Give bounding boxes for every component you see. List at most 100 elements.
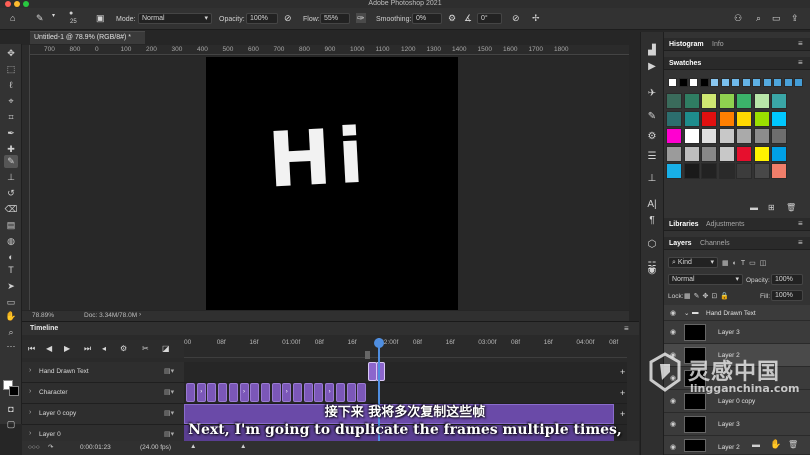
- zoom-slider-handle[interactable]: ▲: [240, 443, 246, 450]
- document-size[interactable]: Doc: 3.34M/78.0M: [84, 312, 137, 319]
- character-icon[interactable]: A|: [645, 198, 659, 212]
- tab-swatches[interactable]: Swatches: [669, 60, 701, 67]
- settings-gear-icon[interactable]: ⚙: [120, 344, 127, 354]
- tab-info[interactable]: Info: [712, 41, 724, 48]
- first-frame-icon[interactable]: ⏮: [28, 344, 35, 354]
- swatch[interactable]: [689, 78, 698, 87]
- eye-icon[interactable]: ◉: [670, 309, 676, 317]
- adjust-icon[interactable]: ☰: [645, 150, 659, 164]
- playhead-handle[interactable]: [374, 338, 384, 348]
- swatch[interactable]: [736, 163, 752, 179]
- panel-menu-icon[interactable]: ≡: [798, 219, 803, 228]
- swatch[interactable]: [753, 128, 770, 144]
- swatch[interactable]: [701, 145, 717, 162]
- swatch[interactable]: [666, 93, 682, 109]
- frame-clip[interactable]: [314, 383, 324, 402]
- frame-clip[interactable]: [250, 383, 260, 402]
- convert-icon[interactable]: ↷: [48, 443, 53, 451]
- frame-clip[interactable]: [335, 383, 345, 402]
- add-media-icon[interactable]: +: [620, 388, 625, 398]
- swatch[interactable]: [718, 93, 735, 109]
- background-color-swatch[interactable]: [9, 386, 19, 396]
- trash-icon[interactable]: 🗑: [788, 440, 798, 449]
- brush-settings-icon[interactable]: ▣: [96, 13, 105, 23]
- workspace-icon[interactable]: ▭: [772, 13, 781, 23]
- split-scissors-icon[interactable]: ✂: [142, 344, 149, 354]
- marquee-tool-icon[interactable]: ⬚: [4, 63, 18, 76]
- layer-filter-icons[interactable]: ▦◐T▭◫: [722, 259, 770, 267]
- swatch[interactable]: [666, 110, 682, 127]
- swatch[interactable]: [753, 163, 770, 179]
- chevron-down-icon[interactable]: ▾: [52, 11, 55, 21]
- smoothing-field[interactable]: 0%: [412, 13, 442, 24]
- gear-icon[interactable]: ⚙: [448, 13, 456, 23]
- swatch[interactable]: [736, 145, 752, 162]
- film-icon[interactable]: ▤▾: [164, 367, 174, 375]
- swatch[interactable]: [771, 163, 787, 179]
- transition-icon[interactable]: ◪: [162, 344, 170, 354]
- home-icon[interactable]: ⌂: [10, 13, 15, 23]
- new-swatch-icon[interactable]: ⊞: [768, 203, 775, 212]
- tab-channels[interactable]: Channels: [700, 240, 730, 247]
- swatch[interactable]: [666, 163, 682, 179]
- angle-field[interactable]: 0°: [477, 13, 502, 24]
- lock-icons[interactable]: ▦✎✥⊡🔒: [684, 292, 732, 300]
- paths-icon[interactable]: ✈: [645, 87, 659, 101]
- track-row[interactable]: › Hand Drawn Text ▤▾: [22, 362, 184, 383]
- tab-layers[interactable]: Layers: [669, 240, 692, 247]
- swatch[interactable]: [701, 110, 717, 127]
- add-media-icon[interactable]: +: [620, 367, 625, 377]
- brush-preset-icon[interactable]: ●: [69, 10, 73, 17]
- stamp-tool-icon[interactable]: ⊥: [4, 171, 18, 184]
- swatch[interactable]: [666, 128, 682, 144]
- eye-icon[interactable]: ◉: [670, 328, 676, 336]
- work-area-start-handle[interactable]: [365, 351, 370, 359]
- frame-clip[interactable]: [271, 383, 281, 402]
- swatch[interactable]: [771, 110, 787, 127]
- histogram-icon[interactable]: ▟: [645, 44, 659, 58]
- swatch[interactable]: [678, 78, 688, 87]
- audio-icon[interactable]: ◂: [102, 344, 106, 354]
- move-tool-icon[interactable]: ✥: [4, 47, 18, 60]
- dodge-tool-icon[interactable]: ◐: [4, 251, 18, 264]
- frame-clip[interactable]: [186, 383, 195, 402]
- swatch[interactable]: [736, 93, 752, 109]
- swatch[interactable]: [699, 78, 709, 87]
- opacity-field[interactable]: 100%: [246, 13, 278, 24]
- folder-icon[interactable]: ▬: [752, 440, 760, 449]
- search-icon[interactable]: ⌕: [756, 13, 761, 23]
- swatch[interactable]: [753, 93, 770, 109]
- frame-clip[interactable]: ›: [325, 383, 335, 402]
- swatch[interactable]: [736, 110, 752, 127]
- layer-row[interactable]: ◉ Layer 3: [664, 321, 810, 344]
- swatch[interactable]: [783, 78, 793, 87]
- frame-clip[interactable]: ›: [196, 383, 206, 402]
- panel-menu-icon[interactable]: ≡: [624, 324, 629, 333]
- swatch[interactable]: [718, 163, 735, 179]
- swatch[interactable]: [771, 93, 787, 109]
- panel-menu-icon[interactable]: ≡: [798, 39, 803, 48]
- render-icon[interactable]: ○○○: [28, 444, 40, 451]
- path-select-tool-icon[interactable]: ➤: [4, 280, 18, 293]
- frame-clip[interactable]: [228, 383, 238, 402]
- frame-clip[interactable]: [346, 383, 356, 402]
- chevron-right-icon[interactable]: ›: [139, 311, 141, 318]
- frame-clip[interactable]: [293, 383, 302, 402]
- symmetry-icon[interactable]: ✢: [532, 13, 540, 23]
- document-tab[interactable]: Untitled-1 @ 78.9% (RGB/8#) *: [30, 31, 145, 44]
- pressure-size-icon[interactable]: ⊘: [512, 13, 520, 23]
- tab-adjustments[interactable]: Adjustments: [706, 221, 745, 228]
- hand-tool-icon[interactable]: ✋: [4, 310, 18, 323]
- tab-histogram[interactable]: Histogram: [669, 41, 704, 48]
- swatch[interactable]: [683, 93, 700, 109]
- share-icon[interactable]: ⇪: [791, 13, 799, 23]
- swatch[interactable]: [718, 110, 735, 127]
- panel-menu-icon[interactable]: ≡: [798, 238, 803, 247]
- swatch[interactable]: [771, 145, 787, 162]
- pressure-opacity-icon[interactable]: ⊘: [284, 13, 292, 23]
- film-icon[interactable]: ▤▾: [164, 388, 174, 396]
- swatch[interactable]: [710, 78, 719, 87]
- zoom-level[interactable]: 78.89%: [32, 312, 54, 319]
- mode-select[interactable]: Normal ▾: [138, 13, 212, 24]
- chevron-right-icon[interactable]: ›: [29, 367, 31, 374]
